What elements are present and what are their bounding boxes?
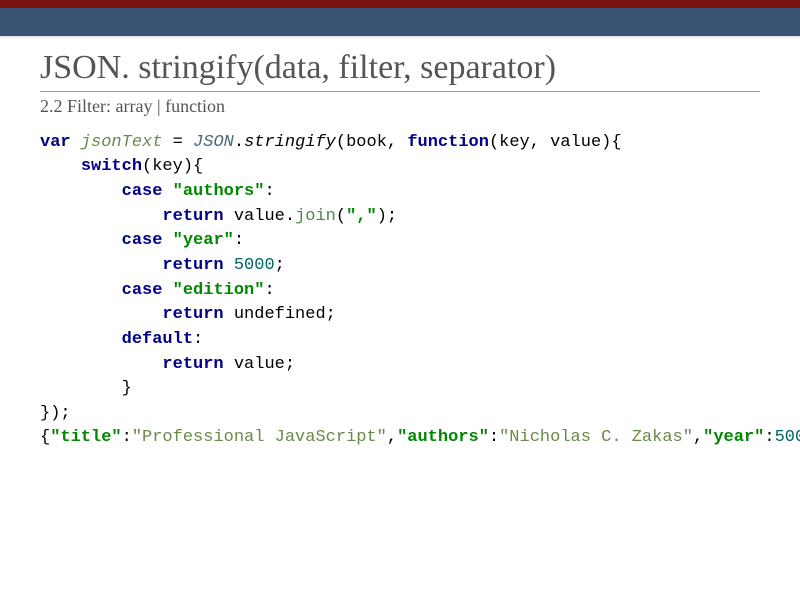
rest: undefined; [224, 305, 336, 324]
semicolon: ; [275, 256, 285, 275]
keyword-return: return [162, 305, 223, 324]
title-container: JSON. stringify(data, filter, separator) [40, 48, 760, 92]
comma: , [387, 428, 397, 447]
type-json: JSON [193, 133, 234, 152]
string-edition: "edition" [173, 281, 265, 300]
keyword-return: return [162, 207, 223, 226]
fn-args: (key, value){ [489, 133, 622, 152]
indent [40, 256, 162, 275]
string-authors: "authors" [173, 182, 265, 201]
args-open: (book, [336, 133, 407, 152]
colon: : [122, 428, 132, 447]
keyword-case: case [122, 281, 163, 300]
space [224, 256, 234, 275]
colon: : [234, 231, 244, 250]
keyword-case: case [122, 182, 163, 201]
keyword-switch: switch [81, 157, 142, 176]
space [162, 281, 172, 300]
indent [40, 330, 122, 349]
slide: JSON. stringify(data, filter, separator)… [0, 0, 800, 600]
value-authors: "Nicholas C. Zakas" [499, 428, 693, 447]
variable-name: jsonText [71, 133, 163, 152]
paren-open: ( [336, 207, 346, 226]
brace-close: } [122, 379, 132, 398]
slide-title: JSON. stringify(data, filter, separator) [40, 48, 760, 89]
number-5000: 5000 [234, 256, 275, 275]
code-block: var jsonText = JSON.stringify(book, func… [40, 131, 760, 451]
equals: = [162, 133, 193, 152]
close-call: }); [40, 404, 71, 423]
keyword-case: case [122, 231, 163, 250]
keyword-return: return [162, 355, 223, 374]
value-year: 5000 [775, 428, 800, 447]
comma: , [693, 428, 703, 447]
colon: : [264, 281, 274, 300]
indent [40, 379, 122, 398]
string-year: "year" [173, 231, 234, 250]
rest: value; [224, 355, 295, 374]
indent [40, 355, 162, 374]
indent [40, 157, 81, 176]
indent [40, 182, 122, 201]
indent [40, 207, 162, 226]
key-title: "title" [50, 428, 121, 447]
indent [40, 231, 122, 250]
content-area: JSON. stringify(data, filter, separator)… [0, 38, 800, 471]
colon: : [764, 428, 774, 447]
colon: : [264, 182, 274, 201]
keyword-var: var [40, 133, 71, 152]
value-title: "Professional JavaScript" [132, 428, 387, 447]
slide-subtitle: 2.2 Filter: array | function [40, 96, 760, 117]
dot: . [234, 133, 244, 152]
key-authors: "authors" [397, 428, 489, 447]
rest: value. [224, 207, 295, 226]
keyword-return: return [162, 256, 223, 275]
method-stringify: stringify [244, 133, 336, 152]
top-band [0, 8, 800, 38]
string-comma: "," [346, 207, 377, 226]
indent [40, 281, 122, 300]
colon: : [489, 428, 499, 447]
method-join: join [295, 207, 336, 226]
switch-rest: (key){ [142, 157, 203, 176]
keyword-function: function [407, 133, 489, 152]
top-border [0, 0, 800, 8]
output-open: { [40, 428, 50, 447]
space [162, 231, 172, 250]
key-year: "year" [703, 428, 764, 447]
indent [40, 305, 162, 324]
colon: : [193, 330, 203, 349]
keyword-default: default [122, 330, 193, 349]
space [162, 182, 172, 201]
paren-close: ); [377, 207, 397, 226]
